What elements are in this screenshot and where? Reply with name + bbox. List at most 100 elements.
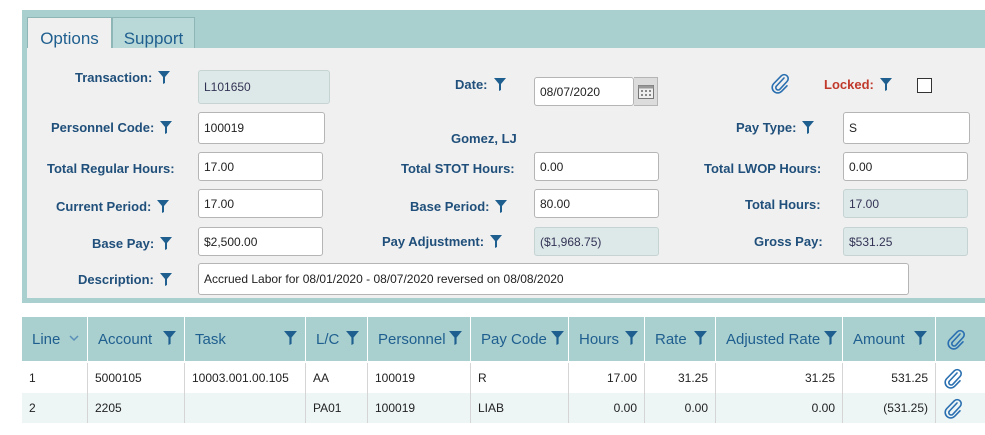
total-lwop-hours-label: Total LWOP Hours: — [704, 161, 822, 176]
pay-adjustment-label: Pay Adjustment: — [382, 234, 503, 249]
column-header-account[interactable]: Account — [88, 317, 185, 361]
filter-icon[interactable] — [914, 331, 927, 345]
description-label-text: Description: — [78, 272, 154, 287]
base-pay-label: Base Pay: — [92, 236, 173, 251]
filter-icon[interactable] — [160, 237, 173, 250]
column-header-task[interactable]: Task — [185, 317, 306, 361]
filter-icon[interactable] — [163, 331, 176, 345]
filter-icon[interactable] — [495, 200, 508, 213]
cell-pay-code: LIAB — [471, 393, 569, 423]
chevron-down-icon[interactable] — [69, 335, 79, 342]
personnel-name: Gomez, LJ — [451, 131, 517, 146]
pay-adjustment-label-text: Pay Adjustment: — [382, 234, 485, 249]
line-items-grid: Line Account Task L/C Personnel Pay Code… — [22, 317, 985, 435]
column-header-label: Rate — [655, 330, 687, 348]
base-period-field[interactable]: 80.00 — [534, 189, 659, 218]
filter-icon[interactable] — [284, 331, 297, 345]
cell-line: 1 — [22, 363, 88, 393]
filter-icon[interactable] — [449, 331, 462, 345]
cell-personnel: 100019 — [368, 393, 471, 423]
filter-icon[interactable] — [802, 121, 815, 134]
filter-icon[interactable] — [824, 331, 837, 345]
paperclip-icon[interactable] — [943, 397, 963, 419]
cell-attachment[interactable] — [936, 393, 985, 423]
column-header-label: Hours — [579, 330, 620, 348]
pay-type-label: Pay Type: — [736, 120, 815, 135]
transaction-field[interactable]: L101650 — [198, 70, 330, 104]
base-period-label: Base Period: — [410, 199, 508, 214]
description-label: Description: — [78, 272, 172, 287]
pay-type-label-text: Pay Type: — [736, 120, 797, 135]
grid-header: Line Account Task L/C Personnel Pay Code… — [22, 317, 985, 361]
cell-task — [185, 393, 306, 423]
paperclip-icon[interactable] — [770, 72, 790, 94]
date-label: Date: — [455, 77, 506, 92]
column-header-pay-code[interactable]: Pay Code — [471, 317, 569, 361]
column-header-adjusted-rate[interactable]: Adjusted Rate — [716, 317, 843, 361]
base-period-label-text: Base Period: — [410, 199, 490, 214]
table-row[interactable]: 1 5000105 10003.001.00.105 AA 100019 R 1… — [22, 363, 985, 393]
paperclip-icon[interactable] — [943, 367, 963, 389]
date-field[interactable]: 08/07/2020 — [534, 77, 634, 106]
current-period-field[interactable]: 17.00 — [198, 189, 323, 218]
column-header-label: Line — [32, 330, 61, 348]
current-period-label-text: Current Period: — [56, 199, 152, 214]
total-lwop-hours-field[interactable]: 0.00 — [843, 152, 968, 181]
locked-checkbox[interactable] — [917, 78, 932, 93]
paperclip-icon[interactable] — [946, 328, 966, 350]
cell-personnel: 100019 — [368, 363, 471, 393]
column-header-label: Account — [98, 330, 153, 348]
filter-icon[interactable] — [157, 200, 170, 213]
filter-icon[interactable] — [346, 331, 359, 345]
table-row[interactable]: 2 2205 PA01 100019 LIAB 0.00 0.00 0.00 (… — [22, 393, 985, 423]
column-header-attachments[interactable] — [936, 317, 985, 361]
column-header-lc[interactable]: L/C — [306, 317, 368, 361]
cell-account: 5000105 — [88, 363, 185, 393]
cell-rate: 0.00 — [645, 393, 716, 423]
cell-amount: 531.25 — [843, 363, 936, 393]
cell-pay-code: R — [471, 363, 569, 393]
column-header-rate[interactable]: Rate — [645, 317, 716, 361]
calendar-icon[interactable] — [634, 77, 658, 106]
column-header-hours[interactable]: Hours — [569, 317, 645, 361]
cell-amount: (531.25) — [843, 393, 936, 423]
column-header-amount[interactable]: Amount — [843, 317, 936, 361]
filter-icon[interactable] — [159, 273, 172, 286]
locked-label-text: Locked: — [824, 77, 874, 92]
cell-hours: 0.00 — [569, 393, 645, 423]
total-hours-field: 17.00 — [843, 189, 968, 218]
cell-adjusted-rate: 31.25 — [716, 363, 843, 393]
current-period-label: Current Period: — [56, 199, 170, 214]
filter-icon[interactable] — [160, 121, 173, 134]
total-regular-hours-field[interactable]: 17.00 — [198, 152, 323, 181]
filter-icon[interactable] — [158, 71, 171, 84]
transaction-label-text: Transaction: — [75, 70, 153, 85]
transaction-label: Transaction: — [75, 70, 171, 85]
filter-icon[interactable] — [551, 331, 564, 345]
description-field[interactable]: Accrued Labor for 08/01/2020 - 08/07/202… — [198, 263, 909, 295]
date-label-text: Date: — [455, 77, 488, 92]
pay-type-field[interactable]: S — [843, 112, 970, 144]
filter-icon[interactable] — [493, 78, 506, 91]
filter-icon[interactable] — [490, 235, 503, 248]
cell-task: 10003.001.00.105 — [185, 363, 306, 393]
personnel-code-field[interactable]: 100019 — [198, 112, 325, 144]
header-panel: Options Support Transaction: L101650 Dat… — [22, 10, 985, 303]
column-header-label: Personnel — [378, 330, 446, 348]
gross-pay-label: Gross Pay: — [754, 234, 823, 249]
total-stot-hours-field[interactable]: 0.00 — [534, 152, 659, 181]
column-header-label: Pay Code — [481, 330, 547, 348]
filter-icon[interactable] — [879, 78, 892, 91]
locked-label: Locked: — [824, 77, 892, 92]
filter-icon[interactable] — [625, 331, 638, 345]
cell-account: 2205 — [88, 393, 185, 423]
column-header-line[interactable]: Line — [22, 317, 88, 361]
column-header-label: Adjusted Rate — [726, 330, 821, 348]
column-header-label: Amount — [853, 330, 905, 348]
filter-icon[interactable] — [694, 331, 707, 345]
pay-adjustment-field: ($1,968.75) — [534, 227, 659, 256]
column-header-personnel[interactable]: Personnel — [368, 317, 471, 361]
personnel-code-label-text: Personnel Code: — [51, 120, 155, 135]
base-pay-field[interactable]: $2,500.00 — [198, 227, 323, 256]
cell-attachment[interactable] — [936, 363, 985, 393]
